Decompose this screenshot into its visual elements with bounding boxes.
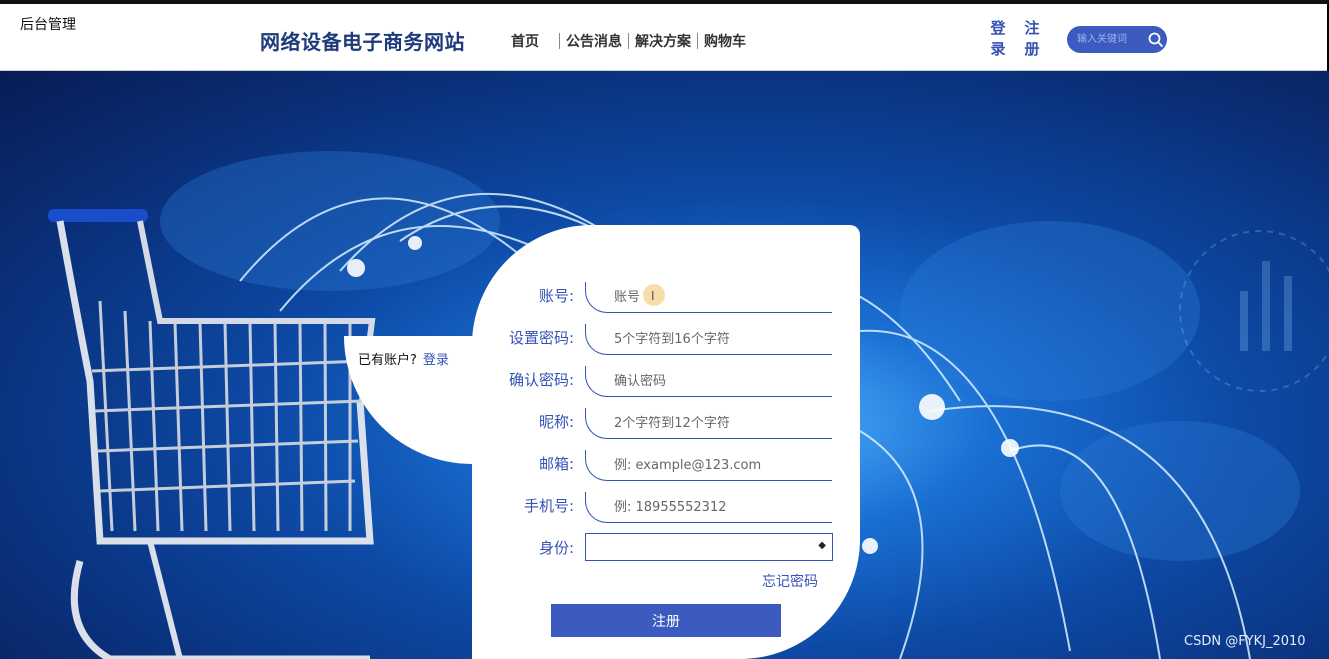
main-nav: 首页 公告消息 解决方案 购物车	[505, 31, 752, 51]
forgot-password-link[interactable]: 忘记密码	[762, 571, 818, 591]
phone-field	[585, 492, 832, 523]
nav-home[interactable]: 首页	[505, 31, 545, 51]
confirm-password-field	[585, 366, 832, 397]
account-label: 账号:	[538, 287, 574, 305]
login-prompt: 已有账户? 登录	[358, 349, 449, 368]
header-register-link[interactable]: 注册	[1024, 18, 1040, 60]
nav-solutions[interactable]: 解决方案	[629, 31, 697, 51]
login-prompt-text: 已有账户?	[358, 353, 417, 368]
email-field	[585, 450, 832, 481]
password-input[interactable]	[612, 331, 826, 348]
search-box	[1067, 26, 1167, 53]
password-label: 设置密码:	[508, 329, 574, 347]
nickname-label: 昵称:	[538, 413, 574, 431]
nav-announcements[interactable]: 公告消息	[560, 31, 628, 51]
header: 后台管理 网络设备电子商务网站 首页 公告消息 解决方案 购物车 登录 注册	[0, 4, 1327, 71]
nickname-field	[585, 408, 832, 439]
nickname-input[interactable]	[612, 415, 826, 432]
watermark: CSDN @FYKJ_2010	[1184, 634, 1306, 649]
header-login-link[interactable]: 登录	[990, 18, 1006, 60]
auth-links: 登录 注册	[990, 18, 1040, 60]
phone-label: 手机号:	[523, 497, 574, 515]
role-select[interactable]: ◆	[585, 533, 833, 561]
phone-input[interactable]	[612, 499, 826, 516]
select-arrows-icon: ◆	[818, 540, 826, 551]
confirm-password-input[interactable]	[612, 373, 826, 390]
search-icon[interactable]	[1147, 31, 1165, 49]
admin-link[interactable]: 后台管理	[20, 14, 76, 34]
side-login-link[interactable]: 登录	[423, 353, 449, 368]
register-button[interactable]: 注册	[551, 604, 781, 637]
role-label: 身份:	[538, 539, 574, 557]
email-label: 邮箱:	[538, 455, 574, 473]
account-field	[585, 282, 832, 313]
nav-cart[interactable]: 购物车	[698, 31, 752, 51]
email-input[interactable]	[612, 457, 826, 474]
text-cursor-icon: I	[651, 289, 655, 303]
site-title: 网络设备电子商务网站	[260, 30, 465, 54]
confirm-password-label: 确认密码:	[508, 371, 574, 389]
password-field	[585, 324, 832, 355]
search-input[interactable]	[1075, 33, 1141, 46]
